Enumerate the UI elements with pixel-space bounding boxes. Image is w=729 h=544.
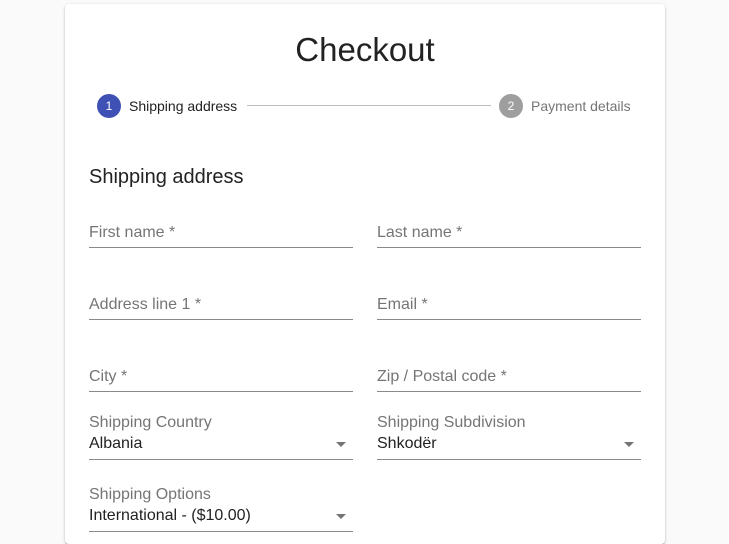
address-line1-underline — [89, 319, 353, 320]
arrow-drop-down-icon — [336, 514, 346, 519]
address-line1-placeholder: Address line 1 * — [89, 296, 202, 313]
city-field[interactable]: City * — [89, 344, 353, 392]
checkout-stepper: 1 Shipping address 2 Payment details — [97, 94, 637, 118]
step-number-2: 2 — [499, 94, 523, 118]
shipping-options-label: Shipping Options — [89, 486, 211, 503]
email-field[interactable]: Email * — [377, 272, 641, 320]
shipping-country-label: Shipping Country — [89, 414, 212, 431]
first-name-placeholder: First name * — [89, 224, 176, 241]
arrow-drop-down-icon — [624, 442, 634, 447]
email-placeholder: Email * — [377, 296, 428, 313]
email-underline — [377, 319, 641, 320]
first-name-field[interactable]: First name * — [89, 200, 353, 248]
shipping-options-select[interactable]: Shipping Options International - ($10.00… — [89, 484, 353, 532]
shipping-subdivision-label: Shipping Subdivision — [377, 414, 526, 431]
shipping-subdivision-value: Shkodër — [377, 435, 437, 452]
zip-field[interactable]: Zip / Postal code * — [377, 344, 641, 392]
address-line1-field[interactable]: Address line 1 * — [89, 272, 353, 320]
shipping-subdivision-underline — [377, 459, 641, 460]
shipping-country-value: Albania — [89, 435, 143, 452]
last-name-underline — [377, 247, 641, 248]
checkout-card: Checkout 1 Shipping address 2 Payment de… — [65, 4, 665, 544]
step-number-1: 1 — [97, 94, 121, 118]
shipping-subdivision-select[interactable]: Shipping Subdivision Shkodër — [377, 412, 641, 460]
city-placeholder: City * — [89, 368, 128, 385]
last-name-placeholder: Last name * — [377, 224, 463, 241]
step-connector — [247, 105, 491, 106]
section-title: Shipping address — [89, 166, 244, 188]
arrow-drop-down-icon — [336, 442, 346, 447]
step-payment-details: 2 Payment details — [499, 94, 631, 118]
step-label-shipping-address: Shipping address — [129, 98, 238, 114]
shipping-options-value: International - ($10.00) — [89, 507, 251, 524]
shipping-country-underline — [89, 459, 353, 460]
last-name-field[interactable]: Last name * — [377, 200, 641, 248]
step-label-payment-details: Payment details — [531, 98, 631, 114]
step-shipping-address: 1 Shipping address — [97, 94, 237, 118]
zip-placeholder: Zip / Postal code * — [377, 368, 507, 385]
city-underline — [89, 391, 353, 392]
shipping-options-underline — [89, 531, 353, 532]
first-name-underline — [89, 247, 353, 248]
zip-underline — [377, 391, 641, 392]
shipping-country-select[interactable]: Shipping Country Albania — [89, 412, 353, 460]
page-title: Checkout — [295, 31, 435, 68]
